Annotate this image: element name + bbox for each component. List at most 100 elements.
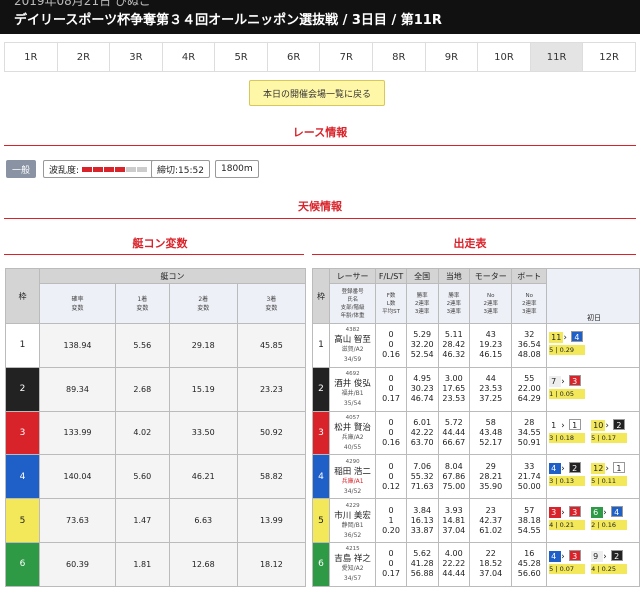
motor-cell: 43 19.23 46.15 (469, 323, 513, 368)
national-value: 71.63 (410, 481, 434, 491)
arrow-right-icon: › (561, 376, 565, 387)
tab-race-8[interactable]: 8R (373, 43, 426, 71)
race-result: 9 › 2 4 | 0.25 (591, 549, 628, 574)
day1-results: 1 › 1 3 | 0.18 10 › 2 5 | 0.17 (546, 410, 640, 456)
motor-cell: 23 42.37 61.02 (469, 498, 513, 543)
national-value: 3.84 (413, 505, 432, 515)
race-result: 6 › 4 2 | 0.16 (591, 505, 628, 531)
racer-name[interactable]: 吉島 祥之 (330, 554, 375, 564)
result-course: 1 (549, 419, 562, 431)
arrow-right-icon: › (561, 551, 565, 562)
value-cell: 133.99 (39, 410, 116, 456)
fl-value: 0.17 (382, 394, 400, 404)
race-info-divider (4, 145, 636, 146)
motor-cell: 29 28.21 35.90 (469, 454, 513, 500)
racer-cell[interactable]: 4229 市川 美宏 静岡/B1 36/52 (328, 498, 377, 543)
fl-value: 1 (388, 515, 394, 525)
fl-cell: 0 0 0.16 (375, 410, 407, 456)
racer-reg: 4057 (345, 414, 360, 421)
result-course: 7 (549, 375, 562, 387)
fl-value: 0.16 (382, 350, 400, 360)
racer-cell[interactable]: 4290 稲田 浩二 兵庫/A1 34/52 (328, 454, 377, 500)
fl-value: 0.12 (382, 481, 400, 491)
racer-cell[interactable]: 4057 松井 賢治 兵庫/A2 40/55 (328, 410, 377, 456)
value-cell: 6.63 (168, 498, 238, 543)
race-result: 11 › 4 5 | 0.29 (549, 330, 586, 355)
national-cell: 5.62 41.28 56.88 (405, 541, 439, 587)
tab-race-7[interactable]: 7R (320, 43, 374, 71)
racer-reg: 4382 (345, 327, 360, 334)
arrow-right-icon: › (605, 464, 609, 475)
value-cell: 46.21 (168, 454, 238, 500)
waku-cell: 2 (312, 366, 330, 412)
arrow-right-icon: › (603, 508, 607, 519)
boat-cell: 57 38.18 54.55 (511, 498, 548, 543)
racer-cell[interactable]: 4382 高山 智至 滋賀/A2 34/59 (328, 323, 377, 368)
racer-branch: 愛知/A2 (341, 565, 364, 573)
value-cell: 138.94 (39, 323, 116, 368)
motor-value: 37.25 (479, 394, 503, 404)
local-value: 8.04 (444, 461, 463, 471)
racer-name[interactable]: 稲田 浩二 (330, 467, 375, 477)
boat-section-title: 艇コン変数 (132, 237, 188, 250)
tab-race-2[interactable]: 2R (57, 43, 111, 71)
col-3rd: 3着 変数 (236, 283, 307, 324)
result-rank: 3 (569, 374, 582, 386)
arrow-right-icon: › (561, 464, 565, 475)
boat-value: 55 (524, 374, 535, 384)
boat-value: 36.54 (517, 340, 541, 350)
local-cell: 5.11 28.42 46.32 (437, 323, 471, 368)
racer-name[interactable]: 市川 美宏 (330, 511, 375, 521)
local-value: 23.53 (442, 394, 466, 404)
fl-value: 0.16 (382, 437, 400, 447)
result-st: 3 | 0.13 (549, 476, 586, 487)
col-local: 当地 (437, 268, 471, 284)
result-st: 4 | 0.21 (549, 520, 586, 531)
motor-value: 52.17 (479, 437, 503, 447)
local-value: 14.81 (442, 515, 466, 525)
race-result: 4 › 3 5 | 0.07 (549, 549, 586, 574)
result-st: 5 | 0.07 (549, 563, 586, 574)
racer-reg: 4290 (345, 458, 360, 465)
table-row: 4 4290 稲田 浩二 兵庫/A1 34/52 0 0 0.12 7.06 55.32 71.63… (312, 454, 640, 500)
waku-cell: 5 (5, 498, 40, 543)
racer-cell[interactable]: 4692 酒井 俊弘 福井/B1 35/54 (328, 366, 377, 412)
tab-race-4[interactable]: 4R (162, 43, 216, 71)
fl-value: 0 (388, 340, 394, 350)
boat-value: 22.00 (517, 384, 541, 394)
tab-race-11[interactable]: 11R (530, 43, 584, 71)
boat-cell: 28 34.55 50.91 (511, 410, 548, 456)
national-cell: 4.95 30.23 46.74 (405, 366, 439, 412)
table-row: 4 140.04 5.60 46.21 58.82 (5, 454, 307, 500)
entries-table: 枠 レーサー F/L/ST 全国 当地 モーター ボート 初日 登録番号 氏名 … (312, 268, 640, 587)
local-cell: 3.93 14.81 37.04 (437, 498, 471, 543)
tab-race-3[interactable]: 3R (110, 43, 163, 71)
tab-race-6[interactable]: 6R (267, 43, 321, 71)
value-cell: 23.23 (236, 366, 307, 412)
local-value: 3.93 (444, 505, 463, 515)
boat-value: 64.29 (517, 394, 541, 404)
wave-segment (126, 166, 137, 172)
back-to-venues-button[interactable]: 本日の開催会場一覧に戻る (249, 80, 385, 106)
national-value: 56.88 (410, 569, 434, 579)
result-st: 5 | 0.29 (549, 345, 586, 355)
result-st: 3 | 0.18 (549, 432, 586, 443)
wave-segment (104, 166, 115, 172)
racer-name[interactable]: 酒井 俊弘 (330, 379, 375, 389)
tab-race-9[interactable]: 9R (425, 43, 479, 71)
col-group: 艇コン (39, 268, 306, 284)
racer-name[interactable]: 高山 智至 (330, 335, 375, 345)
tab-race-5[interactable]: 5R (215, 43, 268, 71)
racer-cell[interactable]: 4215 吉島 祥之 愛知/A2 34/57 (328, 541, 377, 587)
motor-value: 42.37 (479, 515, 503, 525)
tab-race-10[interactable]: 10R (478, 43, 531, 71)
national-value: 5.29 (413, 330, 432, 340)
local-value: 5.72 (444, 417, 463, 427)
result-st: 2 | 0.16 (591, 520, 628, 531)
tab-race-1[interactable]: 1R (5, 43, 58, 71)
racer-name[interactable]: 松井 賢治 (330, 423, 375, 433)
weather-title: 天候情報 (298, 200, 342, 213)
motor-value: 22 (485, 549, 496, 559)
tab-race-12[interactable]: 12R (583, 43, 635, 71)
racer-age: 34/52 (343, 487, 362, 495)
